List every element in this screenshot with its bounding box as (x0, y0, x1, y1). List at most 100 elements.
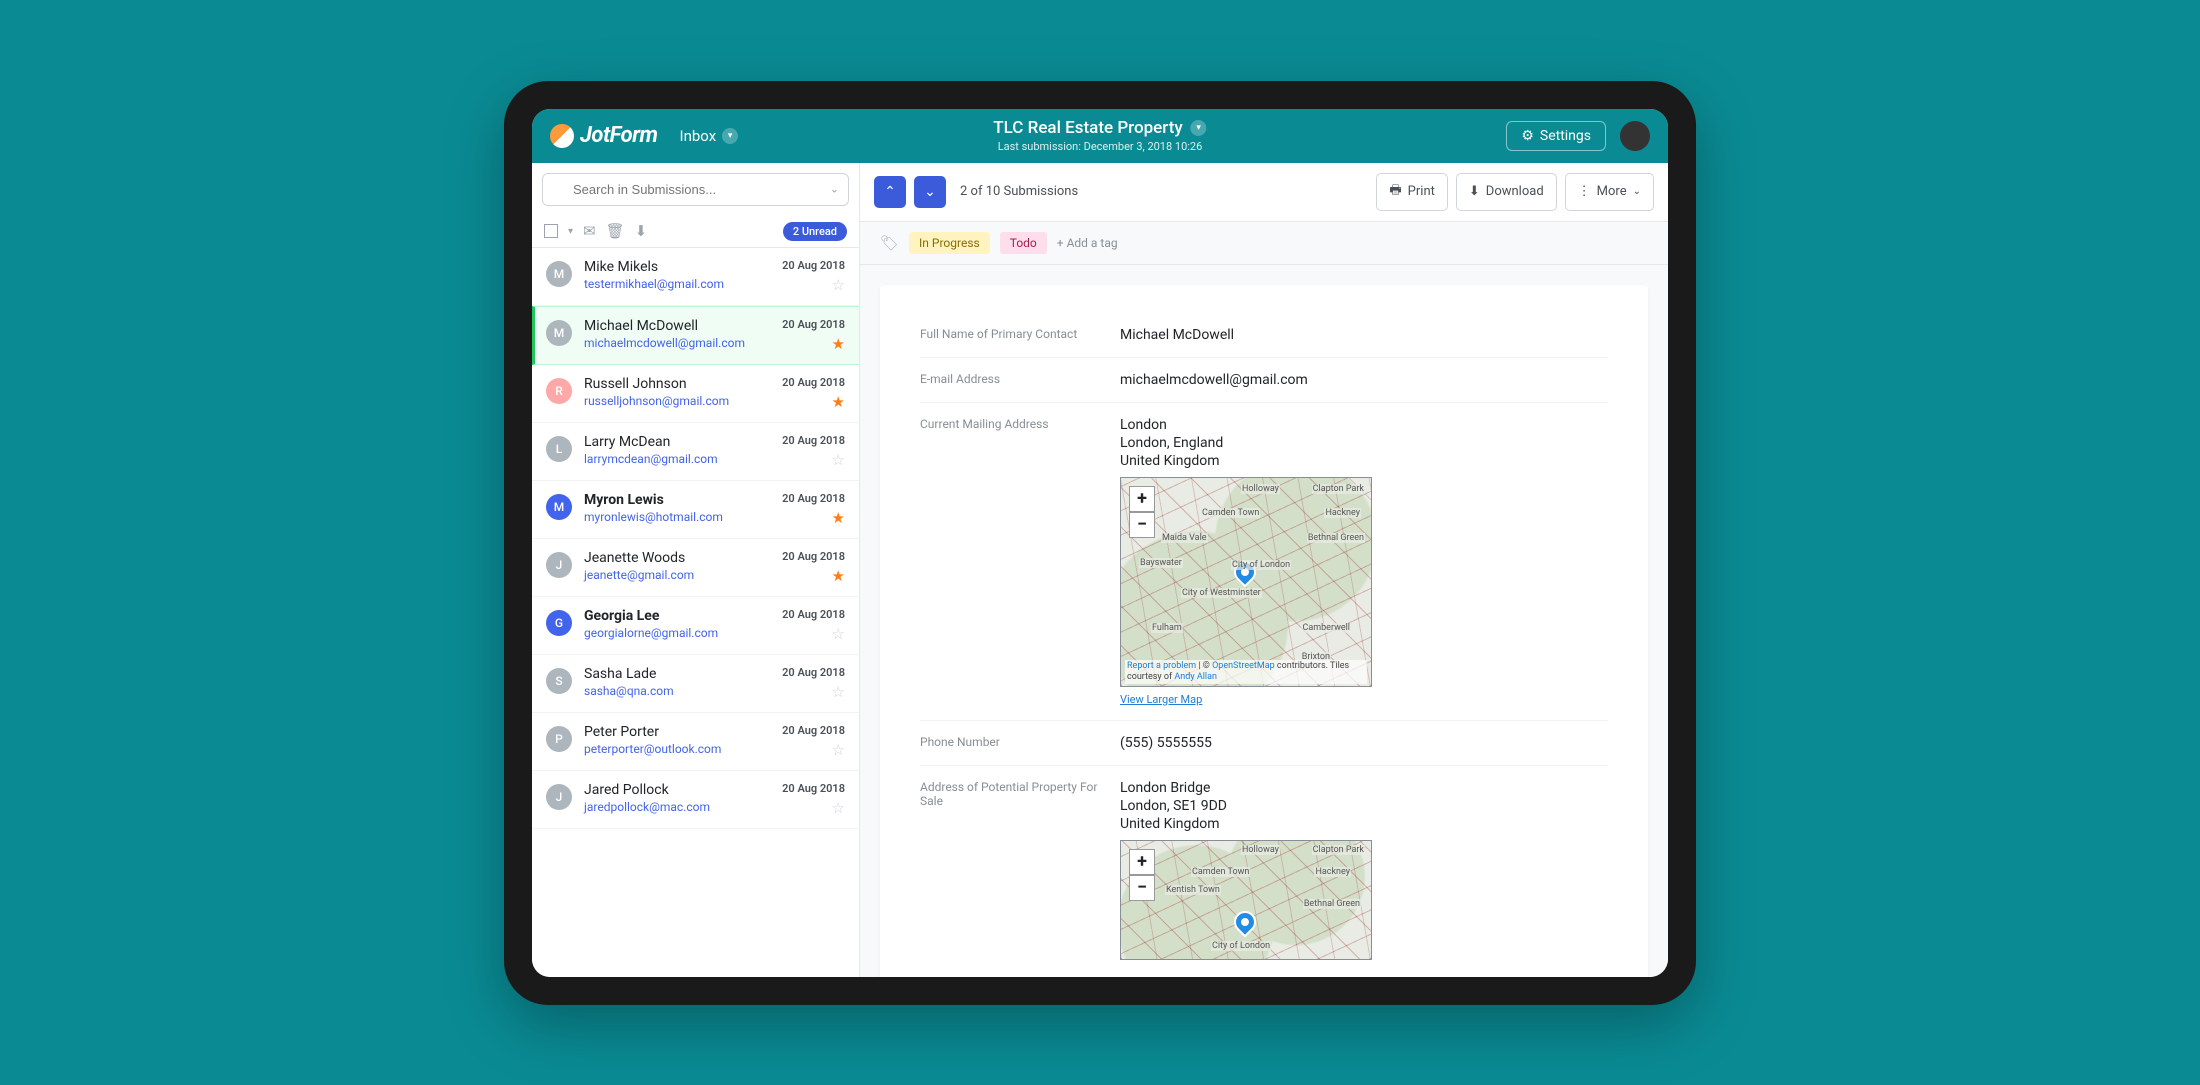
detail-scroll[interactable]: Full Name of Primary Contact Michael McD… (860, 265, 1668, 977)
submission-email: sasha@qna.com (584, 684, 770, 698)
download-button[interactable]: ⬇ Download (1456, 173, 1557, 211)
mail-icon[interactable]: ✉ (583, 222, 596, 240)
report-problem-link[interactable]: Report a problem (1127, 661, 1196, 671)
map-place-label: City of London (1211, 941, 1271, 951)
gear-icon: ⚙ (1521, 128, 1534, 144)
more-button[interactable]: ⋮ More ⌄ (1565, 173, 1654, 211)
map-zoom-controls: + − (1129, 486, 1155, 538)
chevron-down-icon[interactable]: ▾ (568, 226, 573, 237)
trash-icon[interactable]: 🗑 (606, 222, 625, 240)
submission-item[interactable]: L Larry McDean larrymcdean@gmail.com 20 … (532, 423, 859, 481)
search-input[interactable] (542, 173, 849, 206)
inbox-dropdown[interactable]: Inbox ▾ (680, 127, 739, 145)
submission-meta: 20 Aug 2018 ★ (782, 376, 845, 411)
tag-todo[interactable]: Todo (1000, 232, 1047, 254)
brand-text: JotForm (580, 123, 658, 148)
zoom-out-button[interactable]: − (1129, 512, 1155, 538)
submissions-list[interactable]: M Mike Mikels testermikhael@gmail.com 20… (532, 248, 859, 977)
map-pin-icon (1229, 907, 1260, 938)
last-submission-text: Last submission: December 3, 2018 10:26 (993, 140, 1206, 153)
submission-avatar: J (546, 552, 572, 578)
field-label: Current Mailing Address (920, 417, 1100, 706)
field-full-name: Full Name of Primary Contact Michael McD… (920, 313, 1608, 358)
submission-avatar: M (546, 261, 572, 287)
submission-content: Myron Lewis myronlewis@hotmail.com (584, 492, 770, 524)
zoom-in-button[interactable]: + (1129, 486, 1155, 512)
settings-button[interactable]: ⚙ Settings (1506, 121, 1606, 151)
next-button[interactable]: ⌄ (914, 176, 946, 208)
print-button[interactable]: 🖶 Print (1376, 173, 1447, 211)
submission-meta: 20 Aug 2018 ★ (782, 492, 845, 527)
star-icon[interactable]: ★ (782, 393, 845, 411)
chevron-down-icon[interactable]: ⌄ (830, 183, 839, 196)
submission-date: 20 Aug 2018 (782, 434, 845, 447)
submission-email: michaelmcdowell@gmail.com (584, 336, 770, 350)
map-place-label: Bethnal Green (1307, 533, 1365, 543)
form-title-dropdown[interactable]: TLC Real Estate Property ▾ (993, 118, 1206, 138)
tablet-frame: JotForm Inbox ▾ TLC Real Estate Property… (504, 81, 1696, 1005)
submission-content: Peter Porter peterporter@outlook.com (584, 724, 770, 756)
submission-item[interactable]: R Russell Johnson russelljohnson@gmail.c… (532, 365, 859, 423)
unread-badge[interactable]: 2 Unread (783, 222, 847, 241)
zoom-in-button[interactable]: + (1129, 849, 1155, 875)
osm-link[interactable]: OpenStreetMap (1212, 661, 1275, 671)
submission-item[interactable]: M Myron Lewis myronlewis@hotmail.com 20 … (532, 481, 859, 539)
submission-name: Larry McDean (584, 434, 770, 450)
print-label: Print (1408, 184, 1435, 199)
submission-date: 20 Aug 2018 (782, 492, 845, 505)
search-box: 🔍 ⌄ (542, 173, 849, 206)
tiles-author-link[interactable]: Andy Allan (1174, 672, 1217, 682)
submission-date: 20 Aug 2018 (782, 666, 845, 679)
submission-email: jeanette@gmail.com (584, 568, 770, 582)
brand-logo[interactable]: JotForm (550, 123, 658, 148)
submission-item[interactable]: M Mike Mikels testermikhael@gmail.com 20… (532, 248, 859, 306)
star-icon[interactable]: ★ (782, 509, 845, 527)
submission-name: Myron Lewis (584, 492, 770, 508)
star-icon[interactable]: ☆ (782, 683, 845, 701)
submission-content: Russell Johnson russelljohnson@gmail.com (584, 376, 770, 408)
star-icon[interactable]: ☆ (782, 799, 845, 817)
map-widget[interactable]: + − Holloway Clapton Park Camden Town Ha… (1120, 477, 1372, 687)
tag-in-progress[interactable]: In Progress (909, 232, 990, 254)
field-label: Full Name of Primary Contact (920, 327, 1100, 343)
address-line: United Kingdom (1120, 816, 1608, 832)
field-mailing-address: Current Mailing Address London London, E… (920, 403, 1608, 721)
chevron-down-icon: ⌄ (1633, 186, 1641, 197)
select-all-checkbox[interactable] (544, 224, 558, 238)
star-icon[interactable]: ☆ (782, 451, 845, 469)
star-icon[interactable]: ★ (782, 567, 845, 585)
map-place-label: City of Westminster (1181, 588, 1262, 598)
submission-item[interactable]: S Sasha Lade sasha@qna.com 20 Aug 2018 ☆ (532, 655, 859, 713)
submission-item[interactable]: M Michael McDowell michaelmcdowell@gmail… (532, 306, 859, 365)
map-place-label: Hackney (1314, 867, 1351, 877)
download-icon[interactable]: ⬇ (635, 222, 648, 240)
submission-email: russelljohnson@gmail.com (584, 394, 770, 408)
add-tag-button[interactable]: + Add a tag (1057, 236, 1118, 250)
chevron-down-icon: ▾ (722, 128, 738, 144)
star-icon[interactable]: ★ (782, 335, 845, 353)
star-icon[interactable]: ☆ (782, 741, 845, 759)
submission-avatar: R (546, 378, 572, 404)
submission-item[interactable]: J Jeanette Woods jeanette@gmail.com 20 A… (532, 539, 859, 597)
star-icon[interactable]: ☆ (782, 625, 845, 643)
submission-item[interactable]: G Georgia Lee georgialorne@gmail.com 20 … (532, 597, 859, 655)
submission-item[interactable]: P Peter Porter peterporter@outlook.com 2… (532, 713, 859, 771)
address-line: London (1120, 417, 1608, 433)
map-place-label: Clapton Park (1312, 845, 1365, 855)
field-label: Address of Potential Property For Sale (920, 780, 1100, 960)
map-place-label: Camden Town (1191, 867, 1250, 877)
submission-content: Mike Mikels testermikhael@gmail.com (584, 259, 770, 291)
map-place-label: Holloway (1241, 845, 1280, 855)
star-icon[interactable]: ☆ (782, 276, 845, 294)
submission-meta: 20 Aug 2018 ☆ (782, 724, 845, 759)
prev-button[interactable]: ⌃ (874, 176, 906, 208)
download-icon: ⬇ (1469, 184, 1480, 199)
submission-date: 20 Aug 2018 (782, 376, 845, 389)
user-avatar[interactable] (1620, 121, 1650, 151)
submission-content: Larry McDean larrymcdean@gmail.com (584, 434, 770, 466)
zoom-out-button[interactable]: − (1129, 875, 1155, 901)
map-widget[interactable]: + − Holloway Clapton Park Camden Town Ha… (1120, 840, 1372, 960)
submission-item[interactable]: J Jared Pollock jaredpollock@mac.com 20 … (532, 771, 859, 829)
app-header: JotForm Inbox ▾ TLC Real Estate Property… (532, 109, 1668, 163)
view-larger-map-link[interactable]: View Larger Map (1120, 693, 1608, 706)
